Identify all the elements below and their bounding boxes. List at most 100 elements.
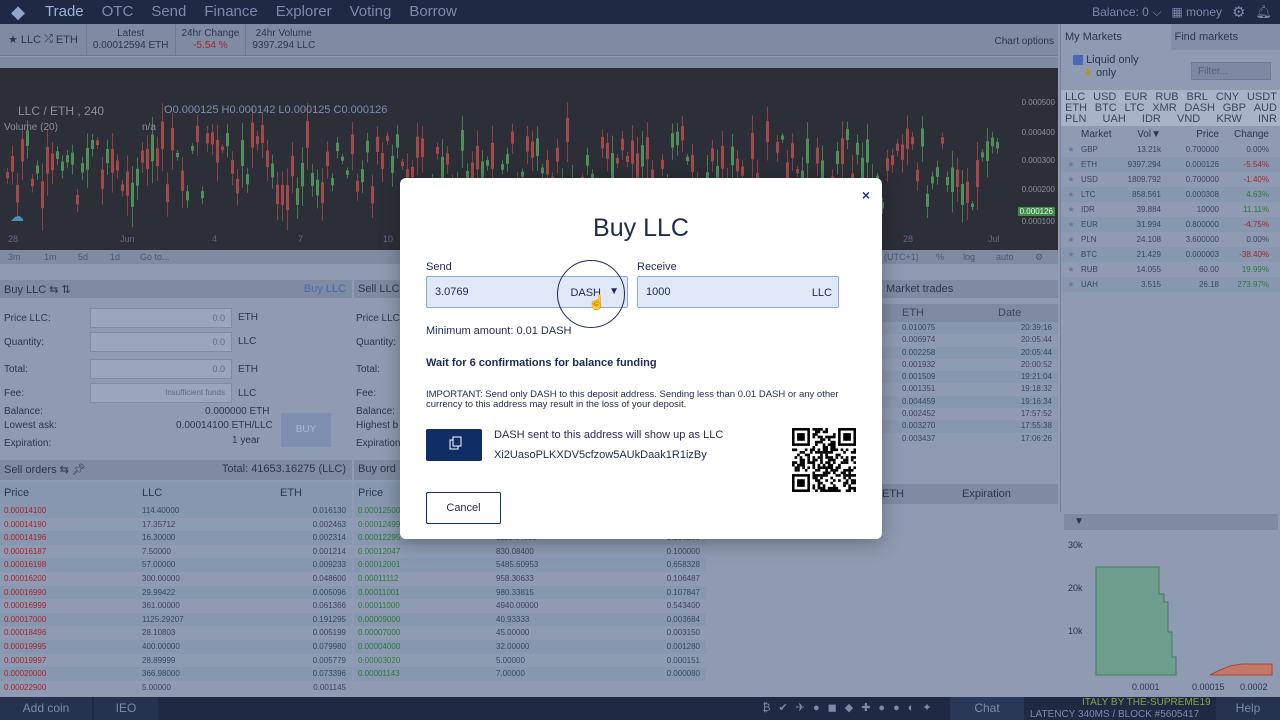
- currency-filter-idr[interactable]: IDR: [1142, 114, 1161, 125]
- currency-filter-pln[interactable]: PLN: [1065, 114, 1086, 125]
- balance-display[interactable]: Balance: 0 ⌵: [1092, 5, 1161, 20]
- ieo-button[interactable]: IEO: [94, 697, 158, 720]
- buy-price-input[interactable]: 0.0: [90, 308, 232, 328]
- market-row[interactable]: ★ ETH 9397.294 0.000126 -5.54%: [1061, 157, 1280, 172]
- buy-panel-link[interactable]: Buy LLC: [304, 283, 346, 295]
- sell-order-row[interactable]: 0.00019997 28.89999 0.005779: [0, 654, 352, 668]
- help-button[interactable]: Help: [1216, 697, 1280, 720]
- star-icon[interactable]: ★: [1061, 172, 1081, 187]
- notifications-bell-icon[interactable]: 🔔︎: [1255, 4, 1272, 20]
- filter-input[interactable]: Filter...: [1191, 62, 1271, 80]
- deposit-address[interactable]: Xi2UasoPLKXDV5cfzow5AUkDaak1R1izBy: [494, 449, 707, 461]
- star-icon[interactable]: ★: [1061, 232, 1081, 247]
- buy-qty-input[interactable]: 0.0: [90, 332, 232, 352]
- buy-order-row[interactable]: 0.00003020 5.00000 0.000151: [354, 654, 706, 668]
- buy-balance-value[interactable]: 0.000000 ETH: [205, 406, 270, 417]
- star-icon[interactable]: ★: [1061, 202, 1081, 217]
- buy-order-row[interactable]: 0.00009000 40.93333 0.003684: [354, 612, 706, 627]
- sell-order-row[interactable]: 0.00016187 7.50000 0.001214: [0, 545, 352, 559]
- sell-order-row[interactable]: 0.00018496 28.10803 0.005199: [0, 626, 352, 640]
- range-1d[interactable]: 1d: [110, 252, 120, 262]
- market-row[interactable]: ★ BTC 21.429 0.000003 -38.40%: [1061, 247, 1280, 262]
- lowest-ask-value[interactable]: 0.00014100 ETH/LLC: [176, 420, 273, 431]
- copy-address-button[interactable]: [426, 429, 482, 461]
- col-change[interactable]: Change: [1219, 128, 1273, 142]
- range-5d[interactable]: 5d: [78, 252, 88, 262]
- nav-borrow[interactable]: Borrow: [400, 0, 466, 24]
- star-icon[interactable]: ★: [1061, 142, 1081, 157]
- nav-trade[interactable]: Trade: [36, 0, 93, 24]
- tab-find-markets[interactable]: Find markets: [1170, 24, 1280, 50]
- market-row[interactable]: ★ PLN 24.108 3.600000 0.00%: [1061, 232, 1280, 247]
- sell-order-row[interactable]: 0.00016200 300.00000 0.048600: [0, 572, 352, 586]
- logo-icon[interactable]: ◆: [0, 0, 36, 24]
- sell-order-row[interactable]: 0.00014196 16.30000 0.002314: [0, 531, 352, 545]
- range-3m[interactable]: 3m: [8, 252, 21, 262]
- nav-send[interactable]: Send: [142, 0, 195, 24]
- market-row[interactable]: ★ LTC 858.561 0.000308 4.63%: [1061, 187, 1280, 202]
- market-row[interactable]: ★ UAH 3.515 26.18 273.97%: [1061, 277, 1280, 292]
- star-icon[interactable]: ★: [1061, 187, 1081, 202]
- col-vol[interactable]: Vol▼: [1111, 128, 1161, 142]
- sell-order-row[interactable]: 0.00014100 114.40000 0.016130: [0, 504, 352, 518]
- volume-indicator-label[interactable]: Volume (20): [4, 122, 58, 133]
- buy-order-row[interactable]: 0.00012001 5485.60953 0.658328: [354, 558, 706, 572]
- sell-order-row[interactable]: 0.00019995 400.00000 0.079980: [0, 639, 352, 654]
- currency-filter-vnd[interactable]: VND: [1177, 114, 1200, 125]
- sell-order-row[interactable]: 0.00016990 29.99422 0.005096: [0, 585, 352, 600]
- checkbox-icon[interactable]: [1073, 55, 1083, 66]
- swap-pin-icon[interactable]: ⇆ 📌︎: [60, 464, 86, 476]
- currency-filter-inr[interactable]: INR: [1258, 114, 1277, 125]
- market-row[interactable]: ★ USD 1809.792 0.700000 -1.40%: [1061, 172, 1280, 187]
- buy-order-row[interactable]: 0.00012047 830.08400 0.100000: [354, 545, 706, 559]
- social-icons[interactable]: ₿✔✈●◼◆✚●●◐✦: [756, 697, 946, 720]
- pair-selector[interactable]: ★ LLC ⤮ ETH: [0, 24, 86, 55]
- star-icon[interactable]: ★: [8, 33, 18, 46]
- star-icon[interactable]: ★: [1061, 157, 1081, 172]
- sell-order-row[interactable]: 0.00020000 366.98000 0.073396: [0, 667, 352, 681]
- buy-order-row[interactable]: 0.00001143 7.00000 0.000080: [354, 667, 706, 681]
- currency-filter-uah[interactable]: UAH: [1103, 114, 1126, 125]
- nav-explorer[interactable]: Explorer: [267, 0, 341, 24]
- buy-button[interactable]: BUY: [281, 413, 331, 447]
- chat-button[interactable]: Chat: [950, 697, 1024, 720]
- receive-amount-input[interactable]: 1000 LLC: [637, 276, 839, 308]
- buy-order-row[interactable]: 0.00011112 958.30633 0.106487: [354, 572, 706, 586]
- market-row[interactable]: ★ IDR 39.884 10000 11.11%: [1061, 202, 1280, 217]
- star-icon[interactable]: ★: [1061, 277, 1081, 292]
- chart-settings-icon[interactable]: ⚙: [1035, 252, 1043, 263]
- sell-order-row[interactable]: 0.00014190 17.35712 0.002463: [0, 518, 352, 532]
- sell-order-row[interactable]: 0.00016999 361.00000 0.061366: [0, 599, 352, 613]
- market-row[interactable]: ★ EUR 31.994 0.800000 -4.75%: [1061, 217, 1280, 232]
- sell-order-row[interactable]: 0.00017000 1125.29207 0.191295: [0, 612, 352, 627]
- star-icon[interactable]: ★: [1061, 247, 1081, 262]
- market-row[interactable]: ★ RUB 14.055 60.00 19.99%: [1061, 262, 1280, 277]
- buy-total-input[interactable]: 0.0: [90, 359, 232, 379]
- currency-filter-krw[interactable]: KRW: [1216, 114, 1241, 125]
- col-price[interactable]: Price: [1161, 128, 1219, 142]
- buy-order-row[interactable]: 0.00011000 4940.00000 0.543400: [354, 599, 706, 613]
- nav-voting[interactable]: Voting: [341, 0, 401, 24]
- add-coin-button[interactable]: Add coin: [0, 697, 92, 720]
- buy-order-row[interactable]: 0.00011001 980.33815 0.107847: [354, 585, 706, 600]
- log-toggle[interactable]: log: [963, 252, 975, 262]
- cancel-button[interactable]: Cancel: [426, 492, 501, 524]
- swap-icon[interactable]: ⇆ ⇅: [49, 284, 71, 296]
- settings-gear-icon[interactable]: ⚙: [1232, 3, 1245, 21]
- star-icon[interactable]: ★: [1061, 262, 1081, 277]
- swap-icon[interactable]: ⤮: [44, 33, 53, 46]
- user-menu[interactable]: ▦ money: [1171, 5, 1222, 19]
- depth-chart[interactable]: ▼ 30k 20k 10k 0.0001 0.00015 0.0002: [1060, 512, 1280, 700]
- nav-otc[interactable]: OTC: [93, 0, 143, 24]
- chart-symbol[interactable]: LLC / ETH , 240: [18, 104, 104, 118]
- star-icon[interactable]: ★: [1061, 217, 1081, 232]
- nav-finance[interactable]: Finance: [195, 0, 266, 24]
- chart-options-link[interactable]: Chart options: [995, 24, 1058, 55]
- expiration-select[interactable]: 1 year: [232, 435, 260, 446]
- tab-my-markets[interactable]: My Markets: [1061, 24, 1171, 50]
- range-goto[interactable]: Go to...: [140, 252, 170, 262]
- market-row[interactable]: ★ GBP 13.21k 0.700000 0.00%: [1061, 142, 1280, 157]
- buy-order-row[interactable]: 0.00007000 45.00000 0.003150: [354, 626, 706, 640]
- percent-toggle[interactable]: %: [936, 252, 944, 262]
- timezone-label[interactable]: (UTC+1): [884, 252, 919, 262]
